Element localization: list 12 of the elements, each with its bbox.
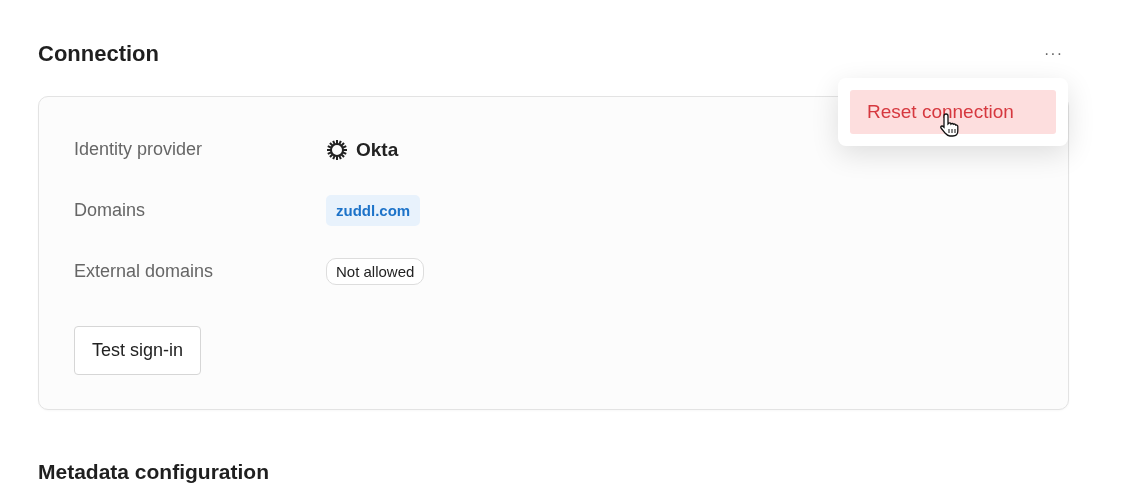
status-pill: Not allowed xyxy=(326,258,425,285)
field-label: External domains xyxy=(74,261,215,282)
provider-name: Okta xyxy=(356,138,399,161)
more-button[interactable]: ··· xyxy=(1040,45,1067,63)
section-title: Metadata configuration xyxy=(38,460,270,484)
section-title: Connection xyxy=(38,41,159,67)
field-label: Identity provider xyxy=(74,139,204,160)
field-label: Domains xyxy=(74,200,147,221)
sunburst-icon xyxy=(326,138,348,161)
menu-item[interactable]: Reset connection xyxy=(850,90,1056,134)
domain-tag: zuddl.com xyxy=(326,195,421,226)
test-sign-in-button[interactable]: Test sign-in xyxy=(74,326,202,375)
